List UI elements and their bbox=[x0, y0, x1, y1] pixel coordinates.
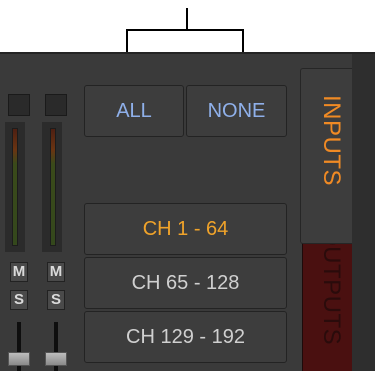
level-meter bbox=[12, 128, 18, 246]
callout-horizontal-line bbox=[126, 29, 244, 31]
channel-bank-65-128-button[interactable]: CH 65 - 128 bbox=[84, 257, 287, 309]
tab-rail bbox=[352, 54, 375, 371]
tab-inputs[interactable]: INPUTS bbox=[300, 68, 352, 244]
mute-button[interactable]: M bbox=[10, 262, 28, 282]
select-all-button[interactable]: ALL bbox=[84, 85, 184, 137]
callout-vertical-line bbox=[186, 8, 188, 30]
channel-bank-1-64-button[interactable]: CH 1 - 64 bbox=[84, 203, 287, 255]
solo-button[interactable]: S bbox=[47, 290, 65, 310]
channel-bank-129-192-button[interactable]: CH 129 - 192 bbox=[84, 311, 287, 363]
mixer-strips: M M S S bbox=[0, 54, 78, 371]
strip-select-box[interactable] bbox=[45, 94, 67, 116]
solo-button[interactable]: S bbox=[10, 290, 28, 310]
tab-outputs-label: OUTPUTS bbox=[318, 227, 345, 346]
fader-handle[interactable] bbox=[8, 352, 30, 366]
fader-handle[interactable] bbox=[45, 352, 67, 366]
channel-selection-panel: M M S S ALL NONE CH 1 - 64 CH 65 - 128 C… bbox=[0, 52, 375, 371]
strip-select-box[interactable] bbox=[8, 94, 30, 116]
mute-button[interactable]: M bbox=[47, 262, 65, 282]
level-meter bbox=[50, 128, 56, 246]
tab-inputs-label: INPUTS bbox=[318, 95, 345, 187]
select-none-button[interactable]: NONE bbox=[186, 85, 287, 137]
